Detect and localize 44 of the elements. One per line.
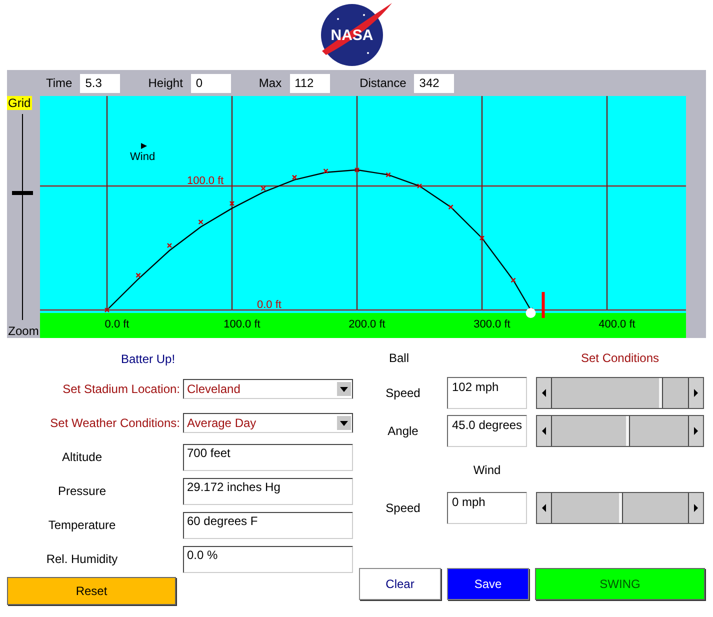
x-axis-label: 300.0 ft [474,318,510,330]
input-field[interactable]: 700 feet [183,444,353,470]
reset-button[interactable]: Reset [7,577,176,605]
readout-value: 112 [290,74,330,92]
x-axis-label: 0.0 ft [104,318,130,330]
zoom-label: Zoom [8,324,39,338]
value-field[interactable]: 102 mph [447,377,527,409]
y-axis-label: 0.0 ft [257,298,282,311]
grid-toggle[interactable]: Grid [7,96,32,110]
readout-value: 342 [414,74,454,92]
x-axis-label: 200.0 ft [348,318,386,330]
readout-value: 5.3 [80,74,120,92]
readout-label: Height [148,75,183,92]
clear-button[interactable]: Clear [359,568,441,600]
value-field[interactable]: 0 mph [447,492,527,524]
wind-label: Wind [130,151,156,163]
x-axis-label: 400.0 ft [598,318,636,330]
readout-value: 0 [190,74,231,92]
dropdown[interactable]: Average Day [183,413,353,433]
field-label: Rel. Humidity [45,551,119,568]
dropdown[interactable]: Cleveland [183,379,353,399]
section-title: Set Conditions [580,350,660,367]
swing-button[interactable]: SWING [535,568,705,600]
y-axis-label: 100.0 ft [187,175,224,187]
readout-label: Max [258,75,282,92]
input-field[interactable]: 0.0 % [183,546,353,572]
value-field[interactable]: 45.0 degrees [447,415,527,447]
section-title: Batter Up! [121,351,176,368]
readout-label: Time [46,75,72,92]
section-title: Wind [472,462,502,478]
save-button[interactable]: Save [447,568,529,600]
input-field[interactable]: 60 degrees F [183,512,353,538]
readout-label: Distance [360,75,406,92]
input-field[interactable]: 29.172 inches Hg [183,478,353,504]
field-label: Temperature [47,517,117,534]
select-label: Set Stadium Location: [62,381,181,398]
control-label: Speed [384,500,422,517]
section-title: Ball [388,350,410,367]
control-label: Angle [386,423,420,440]
x-axis-label: 100.0 ft [224,318,260,330]
field-label: Altitude [60,449,104,466]
control-label: Speed [384,385,422,402]
select-label: Set Weather Conditions: [49,415,181,432]
field-label: Pressure [56,483,108,500]
